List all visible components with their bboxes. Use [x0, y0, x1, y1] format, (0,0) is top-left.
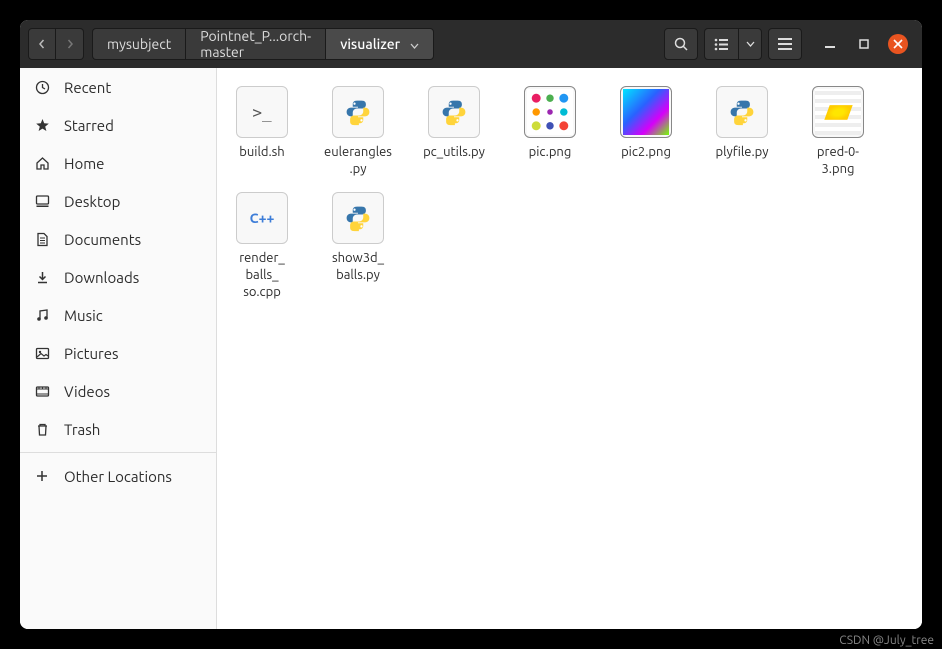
- sidebar-separator: [20, 452, 216, 453]
- sidebar-item-label: Desktop: [64, 193, 120, 210]
- file-sh-icon: >_: [236, 86, 288, 138]
- sidebar-item-pictures[interactable]: Pictures: [20, 334, 216, 372]
- file-cpp-icon: C++: [236, 192, 288, 244]
- watermark: CSDN @July_tree: [839, 634, 934, 647]
- path-bar: mysubject Pointnet_P...orch-master visua…: [92, 28, 434, 60]
- sidebar-item-label: Pictures: [64, 345, 119, 362]
- file-manager-window: mysubject Pointnet_P...orch-master visua…: [20, 20, 922, 629]
- hamburger-icon: [778, 38, 792, 50]
- window-body: Recent Starred Home Desktop Documents Downloa…: [20, 68, 922, 629]
- file-item[interactable]: >_ build.sh: [227, 86, 297, 178]
- file-name-label: eulerangles.py: [323, 144, 393, 178]
- path-segment-pointnet[interactable]: Pointnet_P...orch-master: [185, 28, 325, 60]
- sidebar-item-label: Music: [64, 307, 103, 324]
- file-py-icon: [332, 86, 384, 138]
- file-name-label: pred-0-3.png: [803, 144, 873, 178]
- maximize-icon: [859, 39, 869, 49]
- sidebar-item-desktop[interactable]: Desktop: [20, 182, 216, 220]
- documents-icon: [34, 232, 50, 247]
- list-icon: [714, 38, 729, 51]
- sidebar-item-label: Starred: [64, 117, 114, 134]
- sidebar-item-label: Videos: [64, 383, 110, 400]
- sidebar-item-other-locations[interactable]: Other Locations: [20, 457, 216, 495]
- search-icon: [674, 37, 689, 52]
- sidebar-item-label: Downloads: [64, 269, 139, 286]
- desktop-icon: [34, 194, 50, 209]
- file-name-label: build.sh: [239, 144, 284, 161]
- star-icon: [34, 118, 50, 133]
- sidebar-item-label: Home: [64, 155, 104, 172]
- plus-icon: [34, 469, 50, 483]
- maximize-button[interactable]: [854, 34, 874, 54]
- file-name-label: plyfile.py: [715, 144, 768, 161]
- file-name-label: pic.png: [529, 144, 572, 161]
- file-name-label: pic2.png: [621, 144, 671, 161]
- file-item[interactable]: pic.png: [515, 86, 585, 178]
- clock-icon: [34, 80, 50, 95]
- chevron-down-icon: [746, 41, 755, 47]
- close-icon: [893, 39, 903, 49]
- file-item[interactable]: show3d_balls.py: [323, 192, 393, 301]
- sidebar-item-music[interactable]: Music: [20, 296, 216, 334]
- trash-icon: [34, 422, 50, 437]
- videos-icon: [34, 384, 50, 399]
- sidebar-item-home[interactable]: Home: [20, 144, 216, 182]
- nav-buttons: [28, 28, 84, 60]
- chevron-left-icon: [37, 39, 47, 49]
- header-bar: mysubject Pointnet_P...orch-master visua…: [20, 20, 922, 68]
- minimize-icon: [825, 39, 835, 49]
- chevron-right-icon: [65, 39, 75, 49]
- file-name-label: render_balls_so.cpp: [227, 250, 297, 301]
- list-view-button[interactable]: [704, 28, 738, 60]
- hamburger-menu-button[interactable]: [768, 28, 802, 60]
- sidebar-item-videos[interactable]: Videos: [20, 372, 216, 410]
- chevron-down-icon: [410, 36, 419, 52]
- file-name-label: pc_utils.py: [423, 144, 485, 161]
- file-img-icon: [620, 86, 672, 138]
- file-item[interactable]: plyfile.py: [707, 86, 777, 178]
- sidebar-item-documents[interactable]: Documents: [20, 220, 216, 258]
- file-item[interactable]: pc_utils.py: [419, 86, 489, 178]
- minimize-button[interactable]: [820, 34, 840, 54]
- file-py-icon: [332, 192, 384, 244]
- music-icon: [34, 308, 50, 323]
- close-button[interactable]: [888, 34, 908, 54]
- file-item[interactable]: eulerangles.py: [323, 86, 393, 178]
- file-img-icon: [812, 86, 864, 138]
- pictures-icon: [34, 346, 50, 361]
- file-img-icon: [524, 86, 576, 138]
- view-mode-group: [704, 28, 762, 60]
- file-name-label: show3d_balls.py: [323, 250, 393, 284]
- forward-button[interactable]: [56, 28, 84, 60]
- sidebar-item-recent[interactable]: Recent: [20, 68, 216, 106]
- sidebar-item-label: Documents: [64, 231, 141, 248]
- path-segment-visualizer[interactable]: visualizer: [325, 28, 434, 60]
- sidebar-item-trash[interactable]: Trash: [20, 410, 216, 448]
- file-item[interactable]: pred-0-3.png: [803, 86, 873, 178]
- search-button[interactable]: [664, 28, 698, 60]
- sidebar-item-starred[interactable]: Starred: [20, 106, 216, 144]
- window-controls: [820, 34, 908, 54]
- back-button[interactable]: [28, 28, 56, 60]
- path-segment-mysubject[interactable]: mysubject: [92, 28, 185, 60]
- home-icon: [34, 156, 50, 171]
- downloads-icon: [34, 270, 50, 285]
- sidebar-item-label: Recent: [64, 79, 111, 96]
- view-mode-dropdown[interactable]: [738, 28, 762, 60]
- path-segment-label: visualizer: [340, 36, 400, 52]
- file-item[interactable]: C++ render_balls_so.cpp: [227, 192, 297, 301]
- sidebar-item-label: Other Locations: [64, 468, 172, 485]
- file-py-icon: [716, 86, 768, 138]
- file-grid[interactable]: >_ build.sh eulerangles.py pc_utils.py pic.p…: [217, 68, 922, 629]
- sidebar-item-downloads[interactable]: Downloads: [20, 258, 216, 296]
- sidebar-item-label: Trash: [64, 421, 100, 438]
- file-item[interactable]: pic2.png: [611, 86, 681, 178]
- file-py-icon: [428, 86, 480, 138]
- sidebar: Recent Starred Home Desktop Documents Downloa…: [20, 68, 217, 629]
